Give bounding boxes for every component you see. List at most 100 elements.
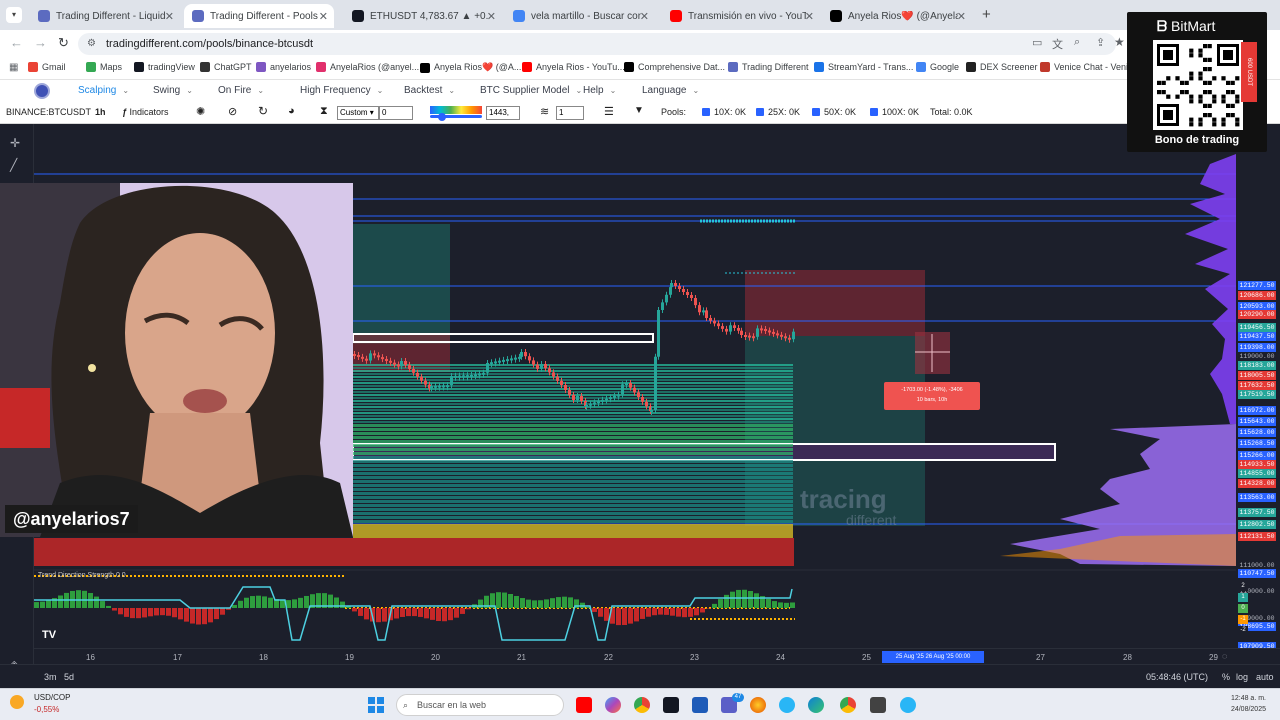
taskbar-search[interactable]: ⌕ Buscar en la web [396, 694, 564, 716]
bookmark-item[interactable]: Venice Chat - Venic... [1040, 62, 1140, 72]
indicator-legend[interactable]: Trend Direction Strength 0 0 [38, 572, 126, 579]
layers-value-text: 1 [559, 108, 564, 117]
bookmark-item[interactable]: Comprehensive Dat... [624, 62, 725, 72]
symbol-search[interactable]: BINANCE:BTCUSDT [6, 107, 91, 117]
settings-gear-icon[interactable]: ✺ [196, 105, 205, 118]
crosshair-icon[interactable]: ✛ [10, 136, 20, 150]
nav-item[interactable]: Scalping ⌄ [78, 85, 129, 96]
youtube-app-icon[interactable] [576, 697, 592, 713]
browser-tab[interactable]: ETHUSDT 4,783.67 ▲ +0.11% b✕ [344, 4, 502, 28]
word-app-icon[interactable] [692, 697, 708, 713]
bookmark-item[interactable]: Maps [86, 62, 122, 72]
range-button-3m[interactable]: 3m [44, 672, 57, 682]
nav-item[interactable]: On Fire ⌄ [218, 85, 264, 96]
bookmark-star-icon[interactable]: ★ [1114, 35, 1125, 49]
percent-scale-button[interactable]: % [1222, 672, 1230, 682]
site-info-icon[interactable]: ⚙ [87, 33, 96, 55]
apps-grid-icon[interactable]: ▦ [9, 62, 18, 73]
bookmark-item[interactable]: ChatGPT [200, 62, 252, 72]
browser-tab[interactable]: Trading Different - Liquidation✕ [30, 4, 180, 28]
oscillator-bar [772, 601, 777, 608]
edge-app-icon[interactable] [808, 697, 824, 713]
bookmark-item[interactable]: tradingView [134, 62, 195, 72]
bookmark-item[interactable]: DEX Screener [966, 62, 1038, 72]
indicators-button[interactable]: ƒ Indicators [122, 107, 169, 117]
zoom-icon[interactable]: ⌕ [1074, 36, 1080, 49]
share-icon[interactable]: ⇪ [1096, 36, 1105, 49]
custom-value-input[interactable]: 0 [379, 106, 413, 120]
reload-icon[interactable]: ↻ [58, 35, 69, 51]
time-settings-icon[interactable]: ◌ [1222, 651, 1227, 661]
pool-checkbox[interactable]: 100X: 0K [870, 107, 919, 117]
browser-tab[interactable]: Transmisión en vivo - YouTube✕ [662, 4, 820, 28]
pool-checkbox[interactable]: 25X: 0K [756, 107, 800, 117]
cast-icon[interactable]: ▭ [1032, 36, 1042, 49]
filter-icon[interactable]: ▼ [634, 105, 644, 116]
telegram-alt-app-icon[interactable] [900, 697, 916, 713]
close-tab-icon[interactable]: ✕ [640, 10, 649, 23]
start-button[interactable] [368, 697, 384, 713]
log-scale-button[interactable]: log [1236, 672, 1248, 682]
trendline-icon[interactable]: ╱ [10, 158, 17, 172]
qr-module [1212, 117, 1217, 122]
nav-item[interactable]: High Frequency ⌄ [300, 85, 383, 96]
url-field[interactable]: ⚙ tradingdifferent.com/pools/binance-btc… [78, 33, 1116, 55]
tab-search-button[interactable]: ▾ [6, 7, 22, 23]
nav-item[interactable]: Swing ⌄ [153, 85, 193, 96]
close-tab-icon[interactable]: ✕ [487, 10, 496, 23]
chrome-alt-app-icon[interactable] [840, 697, 856, 713]
pool-checkbox[interactable]: 50X: 0K [812, 107, 856, 117]
menu-lines-icon[interactable]: ☰ [604, 105, 614, 118]
refresh-icon[interactable]: ↻ [258, 104, 268, 118]
bookmark-item[interactable]: Anyela Rios - YouTu... [522, 62, 625, 72]
browser-tab[interactable]: vela martillo - Buscar con Goog✕ [505, 4, 655, 28]
interval-button[interactable]: 1h [95, 107, 106, 117]
close-tab-icon[interactable]: ✕ [805, 10, 814, 23]
price-label: 118183.00 [1238, 361, 1276, 370]
bookmark-item[interactable]: Google [916, 62, 959, 72]
time-axis[interactable]: 16 17 18 19 20 21 22 23 24 25 27 28 29 25 Aug '25 26… [34, 648, 1280, 664]
telegram-app-icon[interactable] [779, 697, 795, 713]
firefox-app-icon[interactable] [750, 697, 766, 713]
bookmark-item[interactable]: AnyelaRios (@anyel... [316, 62, 419, 72]
bookmark-item[interactable]: StreamYard - Trans... [814, 62, 913, 72]
close-tab-icon[interactable]: ✕ [319, 10, 328, 23]
tradingview-app-icon[interactable] [663, 697, 679, 713]
slider-value-input[interactable]: 1443, [486, 106, 520, 120]
taskbar-date[interactable]: 24/08/2025 [1231, 706, 1266, 713]
candle-body [740, 330, 743, 335]
translate-icon[interactable]: 文 [1052, 36, 1063, 52]
forward-icon[interactable]: → [34, 35, 47, 50]
close-tab-icon[interactable]: ✕ [957, 10, 966, 23]
capture-app-icon[interactable] [870, 697, 886, 713]
candle-body [552, 372, 555, 377]
browser-tab[interactable]: Trading Different - Pools de Liq✕ [184, 4, 334, 28]
range-button-5d[interactable]: 5d [64, 672, 74, 682]
bookmark-item[interactable]: anyelarios [256, 62, 311, 72]
taskbar-time[interactable]: 12:48 a. m. [1231, 695, 1266, 702]
copilot-app-icon[interactable] [605, 697, 621, 713]
hourglass-icon[interactable]: ⧗ [320, 105, 328, 118]
chrome-app-icon[interactable] [634, 697, 650, 713]
bookmark-item[interactable]: Gmail [28, 62, 66, 72]
layers-input[interactable]: 1 [556, 106, 584, 120]
slider-thumb[interactable] [438, 113, 446, 121]
browser-tab[interactable]: Anyela Rios❤️ (@AnyelaRios7)✕ [822, 4, 972, 28]
palette-icon[interactable]: ◕ [288, 105, 295, 117]
hide-eye-icon[interactable]: ⊘ [228, 105, 237, 118]
custom-select[interactable]: Custom ▾ [337, 106, 379, 120]
new-tab-button[interactable]: + [982, 6, 991, 23]
site-logo-icon[interactable] [34, 83, 50, 99]
oscillator-bar [424, 608, 429, 619]
bookmark-item[interactable]: Trading Different [728, 62, 809, 72]
nav-item[interactable]: Language ⌄ [642, 85, 699, 96]
back-icon[interactable]: ← [10, 35, 23, 50]
auto-scale-button[interactable]: auto [1256, 672, 1274, 682]
nav-item[interactable]: Backtest ⌄ [404, 85, 455, 96]
bookmark-item[interactable]: Anyela Rios❤️ (@A... [420, 62, 521, 73]
color-gradient-slider[interactable] [430, 106, 482, 121]
nav-item[interactable]: BTC Supplier Model ⌄ [480, 85, 582, 96]
pool-checkbox[interactable]: 10X: 0K [702, 107, 746, 117]
nav-item[interactable]: Help ⌄ [583, 85, 616, 96]
close-tab-icon[interactable]: ✕ [165, 10, 174, 23]
